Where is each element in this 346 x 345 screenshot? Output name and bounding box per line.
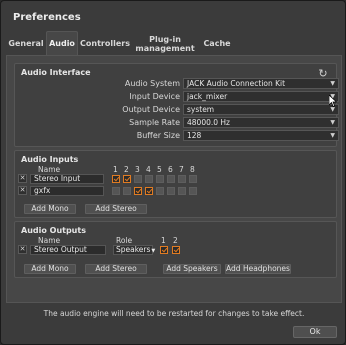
window-title: Preferences	[13, 12, 81, 23]
audio-outputs-group: Audio Outputs Name Role 1 2 ✕ Stereo Out…	[14, 221, 337, 278]
output-role-select[interactable]: Speakers▼	[113, 245, 156, 255]
input-device-select[interactable]: jack_mixer ▼	[183, 91, 339, 102]
buffer-size-value: 128	[187, 131, 202, 140]
channel-checkbox-8[interactable]	[189, 187, 197, 195]
remove-output-button[interactable]: ✕	[18, 245, 27, 254]
close-icon: ✕	[19, 174, 26, 182]
input-channel-1-header: 1	[113, 165, 118, 174]
tab-general[interactable]: General	[6, 31, 46, 55]
output-channel-1-header: 1	[161, 236, 166, 245]
audio-system-label: Audio System	[124, 79, 180, 88]
preferences-window: Preferences General Audio Controllers Pl…	[0, 0, 346, 345]
channel-checkbox-1[interactable]	[112, 187, 120, 195]
audio-inputs-group: Audio Inputs Name 1 2 3 4 5 6 7 8 ✕ Ster…	[14, 150, 337, 218]
tab-cache[interactable]: Cache	[198, 31, 236, 55]
output-device-value: system	[187, 105, 215, 114]
input-name-field[interactable]: gxfx	[30, 186, 104, 196]
add-headphones-button[interactable]: Add Headphones	[225, 264, 291, 274]
remove-input-button[interactable]: ✕	[18, 174, 27, 183]
audio-system-select[interactable]: JACK Audio Connection Kit ▼	[183, 78, 339, 89]
add-stereo-input-button[interactable]: Add Stereo	[85, 204, 147, 214]
channel-checkbox-2[interactable]	[172, 246, 180, 254]
channel-checkbox-2[interactable]	[123, 175, 131, 183]
audio-inputs-title: Audio Inputs	[21, 155, 79, 164]
chevron-down-icon: ▼	[330, 80, 335, 87]
output-device-row: Output Device system ▼	[15, 104, 339, 115]
sample-rate-label: Sample Rate	[129, 118, 180, 127]
buffer-size-row: Buffer Size 128 ▼	[15, 130, 339, 141]
tab-plugin-management[interactable]: Plug-in management	[132, 31, 198, 55]
tab-bar: General Audio Controllers Plug-in manage…	[6, 31, 236, 55]
input-device-row: Input Device jack_mixer ▼	[15, 91, 339, 102]
sample-rate-row: Sample Rate 48000.0 Hz ▼	[15, 117, 339, 128]
tab-audio[interactable]: Audio	[46, 31, 78, 55]
output-device-select[interactable]: system ▼	[183, 104, 339, 115]
audio-system-value: JACK Audio Connection Kit	[187, 79, 286, 88]
add-speakers-button[interactable]: Add Speakers	[163, 264, 221, 274]
channel-checkbox-6[interactable]	[167, 187, 175, 195]
sample-rate-select[interactable]: 48000.0 Hz ▼	[183, 117, 339, 128]
tab-controllers[interactable]: Controllers	[78, 31, 132, 55]
channel-checkbox-4[interactable]	[145, 187, 153, 195]
chevron-down-icon: ▼	[330, 119, 335, 126]
channel-checkbox-3[interactable]	[134, 175, 142, 183]
channel-checkbox-1[interactable]	[112, 175, 120, 183]
remove-input-button[interactable]: ✕	[18, 186, 27, 195]
add-mono-input-button[interactable]: Add Mono	[24, 204, 76, 214]
restart-notice: The audio engine will need to be restart…	[43, 309, 305, 318]
audio-outputs-title: Audio Outputs	[21, 226, 86, 235]
input-device-label: Input Device	[129, 92, 180, 101]
audio-tab-panel: Audio Interface ↻ Audio System JACK Audi…	[6, 55, 342, 303]
ok-button[interactable]: Ok	[293, 326, 337, 338]
sample-rate-value: 48000.0 Hz	[187, 118, 230, 127]
input-channel-6-header: 6	[168, 165, 173, 174]
add-stereo-output-button[interactable]: Add Stereo	[85, 264, 147, 274]
add-mono-output-button[interactable]: Add Mono	[24, 264, 76, 274]
channel-checkbox-4[interactable]	[145, 175, 153, 183]
input-channel-3-header: 3	[135, 165, 140, 174]
output-channel-2-header: 2	[173, 236, 178, 245]
chevron-down-icon: ▼	[330, 132, 335, 139]
outputs-role-header: Role	[116, 236, 133, 245]
audio-interface-title: Audio Interface	[21, 68, 91, 77]
input-channel-8-header: 8	[190, 165, 195, 174]
input-channel-4-header: 4	[146, 165, 151, 174]
close-icon: ✕	[19, 245, 26, 253]
channel-checkbox-8[interactable]	[189, 175, 197, 183]
inputs-name-header: Name	[38, 165, 61, 174]
input-channel-5-header: 5	[157, 165, 162, 174]
channel-checkbox-7[interactable]	[178, 175, 186, 183]
output-role-value: Speakers	[116, 245, 151, 254]
channel-checkbox-1[interactable]	[160, 246, 168, 254]
buffer-size-select[interactable]: 128 ▼	[183, 130, 339, 141]
audio-interface-group: Audio Interface ↻ Audio System JACK Audi…	[14, 63, 339, 147]
channel-checkbox-5[interactable]	[156, 187, 164, 195]
output-device-label: Output Device	[122, 105, 180, 114]
output-name-field[interactable]: Stereo Output	[30, 245, 106, 255]
channel-checkbox-7[interactable]	[178, 187, 186, 195]
buffer-size-label: Buffer Size	[136, 131, 180, 140]
channel-checkbox-2[interactable]	[123, 187, 131, 195]
input-channel-7-header: 7	[179, 165, 184, 174]
input-name-field[interactable]: Stereo Input	[30, 174, 104, 184]
input-device-value: jack_mixer	[187, 92, 228, 101]
outputs-name-header: Name	[38, 236, 61, 245]
channel-checkbox-6[interactable]	[167, 175, 175, 183]
audio-system-row: Audio System JACK Audio Connection Kit ▼	[15, 78, 339, 89]
chevron-down-icon: ▼	[151, 248, 156, 254]
mouse-pointer-icon	[329, 95, 337, 107]
channel-checkbox-3[interactable]	[134, 187, 142, 195]
channel-checkbox-5[interactable]	[156, 175, 164, 183]
close-icon: ✕	[19, 186, 26, 194]
input-channel-2-header: 2	[124, 165, 129, 174]
